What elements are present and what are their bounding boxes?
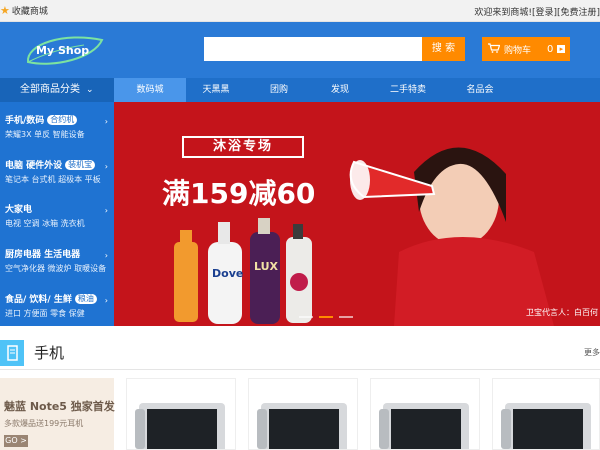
category-sub: 笔记本 台式机 超极本 平板: [5, 175, 101, 184]
welcome-area: 欢迎来到商城![登录][免费注册]: [474, 5, 600, 18]
sidebar-item-phones[interactable]: 手机/数码 合约机 荣耀3X 单反 智能设备 ›: [0, 113, 114, 140]
favorite-link[interactable]: ★ 收藏商城: [0, 4, 48, 17]
spokesperson-caption: 卫宝代言人：白百何: [526, 308, 598, 317]
phone-category-icon: [0, 340, 24, 366]
category-title: 电脑 硬件外设: [5, 161, 63, 171]
category-title: 厨房电器 生活电器: [5, 250, 81, 260]
carousel-dot-active[interactable]: [319, 316, 333, 318]
cart-count: 0: [547, 43, 554, 55]
sidebar-item-kitchen[interactable]: 厨房电器 生活电器 空气净化器 微波炉 取暖设备 ›: [0, 247, 114, 274]
search-input[interactable]: [204, 37, 422, 61]
header: My Shop 搜 索 购物车 0 ▸: [0, 22, 600, 78]
cart-icon: [486, 42, 502, 56]
promo-banner[interactable]: Dove LUX 沐浴专场 满159减60 卫宝代言人：白百何: [114, 102, 600, 326]
cart-button[interactable]: 购物车 0 ▸: [482, 37, 570, 61]
bottle-image: [208, 242, 242, 324]
bottle-image: [250, 232, 280, 324]
phone-image: [501, 403, 591, 449]
tab-tianheihei[interactable]: 天黑黑: [186, 78, 246, 102]
tab-group-buy[interactable]: 团购: [246, 78, 312, 102]
banner-headline: 沐浴专场: [182, 136, 304, 158]
logo-text: My Shop: [36, 44, 90, 57]
register-link[interactable]: [免费注册]: [557, 8, 600, 18]
more-link[interactable]: 更多: [584, 347, 600, 358]
welcome-text: 欢迎来到商城!: [474, 8, 532, 18]
go-button[interactable]: GO >: [4, 435, 28, 447]
star-icon: ★: [0, 4, 10, 17]
category-title: 手机/数码: [5, 116, 45, 126]
section-title: 手机: [34, 344, 65, 362]
category-sub: 进口 方便面 零食 保健: [5, 309, 85, 318]
phone-image: [379, 403, 469, 449]
carousel-dot[interactable]: [299, 316, 313, 318]
bottle-image: [174, 242, 198, 322]
section-header: 手机 更多: [0, 336, 600, 370]
search-button[interactable]: 搜 索: [422, 37, 465, 61]
tab-discover[interactable]: 发现: [312, 78, 368, 102]
category-tag: 合约机: [47, 114, 78, 125]
chevron-right-icon: ›: [104, 296, 108, 305]
sidebar-item-appliances[interactable]: 大家电 电视 空调 冰箱 洗衣机 ›: [0, 202, 114, 229]
sidebar-item-food[interactable]: 食品/ 饮料/ 生鲜 粮油 进口 方便面 零食 保健 ›: [0, 292, 114, 319]
product-card[interactable]: [248, 378, 358, 450]
main-nav: 全部商品分类 ⌄ 数码城 天黑黑 团购 发现 二手特卖 名品会: [0, 78, 600, 102]
product-card[interactable]: [492, 378, 600, 450]
category-sidebar: 手机/数码 合约机 荣耀3X 单反 智能设备 › 电脑 硬件外设 装机宝 笔记本 台…: [0, 102, 114, 326]
top-bar: ★ 收藏商城 欢迎来到商城![登录][免费注册]: [0, 0, 600, 22]
login-link[interactable]: [登录]: [532, 8, 557, 18]
favorite-label: 收藏商城: [11, 7, 48, 17]
category-sub: 荣耀3X 单反 智能设备: [5, 130, 85, 139]
product-card[interactable]: [370, 378, 480, 450]
all-categories-label: 全部商品分类: [20, 84, 80, 95]
chevron-right-icon: ▸: [557, 45, 566, 53]
sidebar-item-computers[interactable]: 电脑 硬件外设 装机宝 笔记本 台式机 超极本 平板 ›: [0, 158, 114, 185]
featured-promo-card[interactable]: 魅蓝 Note5 独家首发 多款爆品送199元耳机 GO >: [0, 378, 115, 450]
tab-digital-city[interactable]: 数码城: [114, 78, 186, 102]
chevron-right-icon: ›: [104, 206, 108, 215]
category-tag: 粮油: [74, 293, 97, 304]
chevron-right-icon: ›: [104, 162, 108, 171]
category-tag: 装机宝: [65, 159, 96, 170]
cart-label: 购物车: [504, 45, 532, 56]
chevron-down-icon: ⌄: [86, 85, 94, 95]
chevron-right-icon: ›: [104, 117, 108, 126]
promo-card-title: 魅蓝 Note5 独家首发: [4, 400, 115, 413]
lux-label: LUX: [254, 260, 279, 273]
tab-brand-club[interactable]: 名品会: [448, 78, 512, 102]
carousel-dot[interactable]: [339, 316, 353, 318]
carousel-dots[interactable]: [299, 316, 353, 318]
phone-image: [257, 403, 347, 449]
category-title: 大家电: [5, 205, 33, 215]
all-categories-button[interactable]: 全部商品分类 ⌄: [0, 78, 114, 102]
tab-second-hand[interactable]: 二手特卖: [368, 78, 448, 102]
category-sub: 空气净化器 微波炉 取暖设备: [5, 264, 107, 273]
chevron-right-icon: ›: [104, 251, 108, 260]
category-title: 食品/ 饮料/ 生鲜: [5, 295, 72, 305]
phone-image: [135, 403, 225, 449]
dove-label: Dove: [212, 267, 243, 280]
banner-promo-text: 满159减60: [162, 177, 316, 210]
category-sub: 电视 空调 冰箱 洗衣机: [5, 219, 85, 228]
product-card[interactable]: [126, 378, 236, 450]
promo-card-subtitle: 多款爆品送199元耳机: [4, 419, 84, 428]
